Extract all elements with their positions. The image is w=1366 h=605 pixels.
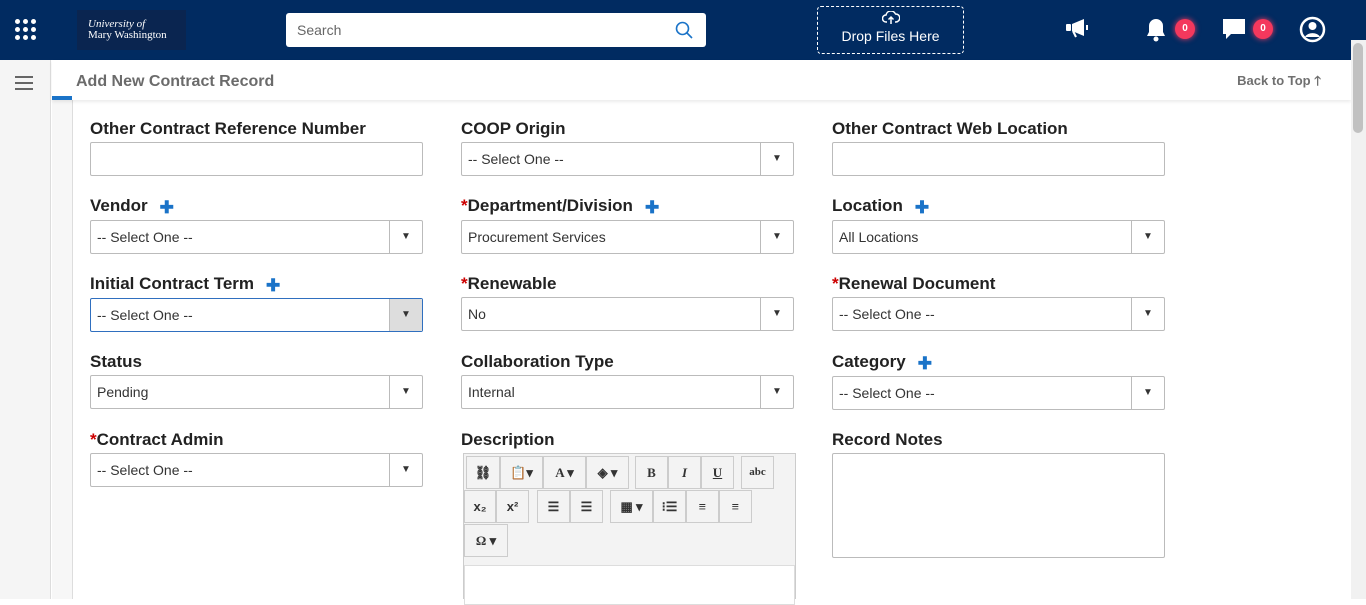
indent-icon[interactable]: ☰ [570,490,603,523]
coop-label: COOP Origin [461,119,566,138]
arrow-up-icon: 🡑 [1314,73,1321,88]
chevron-down-icon: ▼ [389,454,422,486]
link-icon[interactable]: ⛓ [466,456,500,489]
bold-button[interactable]: B [635,456,668,489]
megaphone-icon[interactable] [1065,17,1091,41]
highlight-icon[interactable]: ◈ ▾ [586,456,629,489]
user-profile-icon[interactable] [1299,16,1326,43]
page-title: Add New Contract Record [76,73,275,90]
special-char-button[interactable]: Ω ▾ [464,524,508,557]
bullet-list-icon[interactable]: ⁝☰ [653,490,686,523]
back-to-top-link[interactable]: Back to Top 🡑 [1237,72,1321,94]
contract-admin-label: *Contract Admin [90,430,224,449]
drop-files-zone[interactable]: Drop Files Here [817,6,964,54]
chevron-down-icon: ▼ [389,299,422,331]
collaboration-type-select[interactable]: Internal ▼ [461,375,794,409]
vendor-label: Vendor ✚ [90,196,174,218]
numbered-list-icon[interactable]: ≡ [686,490,719,523]
other-ref-label: Other Contract Reference Number [90,119,366,138]
chat-icon[interactable] [1222,17,1246,41]
top-header: University of Mary Washington Search Drop… [0,0,1366,60]
add-category-icon[interactable]: ✚ [918,354,932,374]
chevron-down-icon: ▼ [389,376,422,408]
renewal-document-label: *Renewal Document [832,274,996,293]
bell-icon[interactable] [1145,17,1167,43]
vendor-select[interactable]: -- Select One -- ▼ [90,220,423,254]
title-accent [52,96,72,100]
search-icon[interactable] [675,21,693,39]
add-department-icon[interactable]: ✚ [645,198,659,218]
hamburger-menu-icon[interactable] [15,76,33,94]
superscript-button[interactable]: x² [496,490,529,523]
chevron-down-icon: ▼ [760,221,793,253]
search-input[interactable]: Search [286,13,706,47]
location-label: Location ✚ [832,196,930,218]
subscript-button[interactable]: x₂ [464,490,496,523]
chevron-down-icon: ▼ [760,376,793,408]
add-term-icon[interactable]: ✚ [266,276,280,296]
chevron-down-icon: ▼ [389,221,422,253]
font-color-button[interactable]: A ▾ [543,456,586,489]
renewable-select[interactable]: No ▼ [461,297,794,331]
coop-select[interactable]: -- Select One -- ▼ [461,142,794,176]
scrollbar[interactable] [1351,40,1366,599]
strikethrough-button[interactable]: abc [741,456,774,489]
chevron-down-icon: ▼ [1131,298,1164,330]
italic-button[interactable]: I [668,456,701,489]
underline-button[interactable]: U [701,456,734,489]
align-left-icon[interactable]: ≡ [719,490,752,523]
department-select[interactable]: Procurement Services ▼ [461,220,794,254]
collaboration-type-label: Collaboration Type [461,352,614,371]
messages-badge: 0 [1253,19,1273,39]
renewable-label: *Renewable [461,274,557,293]
record-notes-textarea[interactable] [832,453,1165,558]
record-notes-label: Record Notes [832,430,943,449]
web-location-input[interactable] [832,142,1165,176]
web-location-label: Other Contract Web Location [832,119,1068,138]
cloud-upload-icon [881,10,900,24]
description-label: Description [461,430,555,449]
notifications-badge: 0 [1175,19,1195,39]
sidebar [0,60,51,599]
category-label: Category ✚ [832,352,932,374]
outdent-icon[interactable]: ☰ [537,490,570,523]
chevron-down-icon: ▼ [760,298,793,330]
location-select[interactable]: All Locations ▼ [832,220,1165,254]
contract-term-select[interactable]: -- Select One -- ▼ [90,298,423,332]
department-label: *Department/Division ✚ [461,196,660,218]
title-bar: Add New Contract Record Back to Top 🡑 [52,60,1351,100]
chevron-down-icon: ▼ [1131,377,1164,409]
contract-term-label: Initial Contract Term ✚ [90,274,281,296]
description-textarea[interactable] [464,565,795,605]
renewal-document-select[interactable]: -- Select One -- ▼ [832,297,1165,331]
other-ref-input[interactable] [90,142,423,176]
status-select[interactable]: Pending ▼ [90,375,423,409]
chevron-down-icon: ▼ [760,143,793,175]
description-editor: ⛓ 📋▾ A ▾ ◈ ▾ B I U abc x₂ x² ☰ ☰ ▦ ▾ ⁝☰ … [463,453,796,605]
paste-icon[interactable]: 📋▾ [500,456,543,489]
category-select[interactable]: -- Select One -- ▼ [832,376,1165,410]
apps-grid-icon[interactable] [15,19,37,41]
chevron-down-icon: ▼ [1131,221,1164,253]
table-icon[interactable]: ▦ ▾ [610,490,653,523]
scrollbar-thumb[interactable] [1353,43,1363,133]
status-label: Status [90,352,142,371]
contract-admin-select[interactable]: -- Select One -- ▼ [90,453,423,487]
add-location-icon[interactable]: ✚ [915,198,929,218]
add-vendor-icon[interactable]: ✚ [160,198,174,218]
university-logo[interactable]: University of Mary Washington [77,10,186,50]
